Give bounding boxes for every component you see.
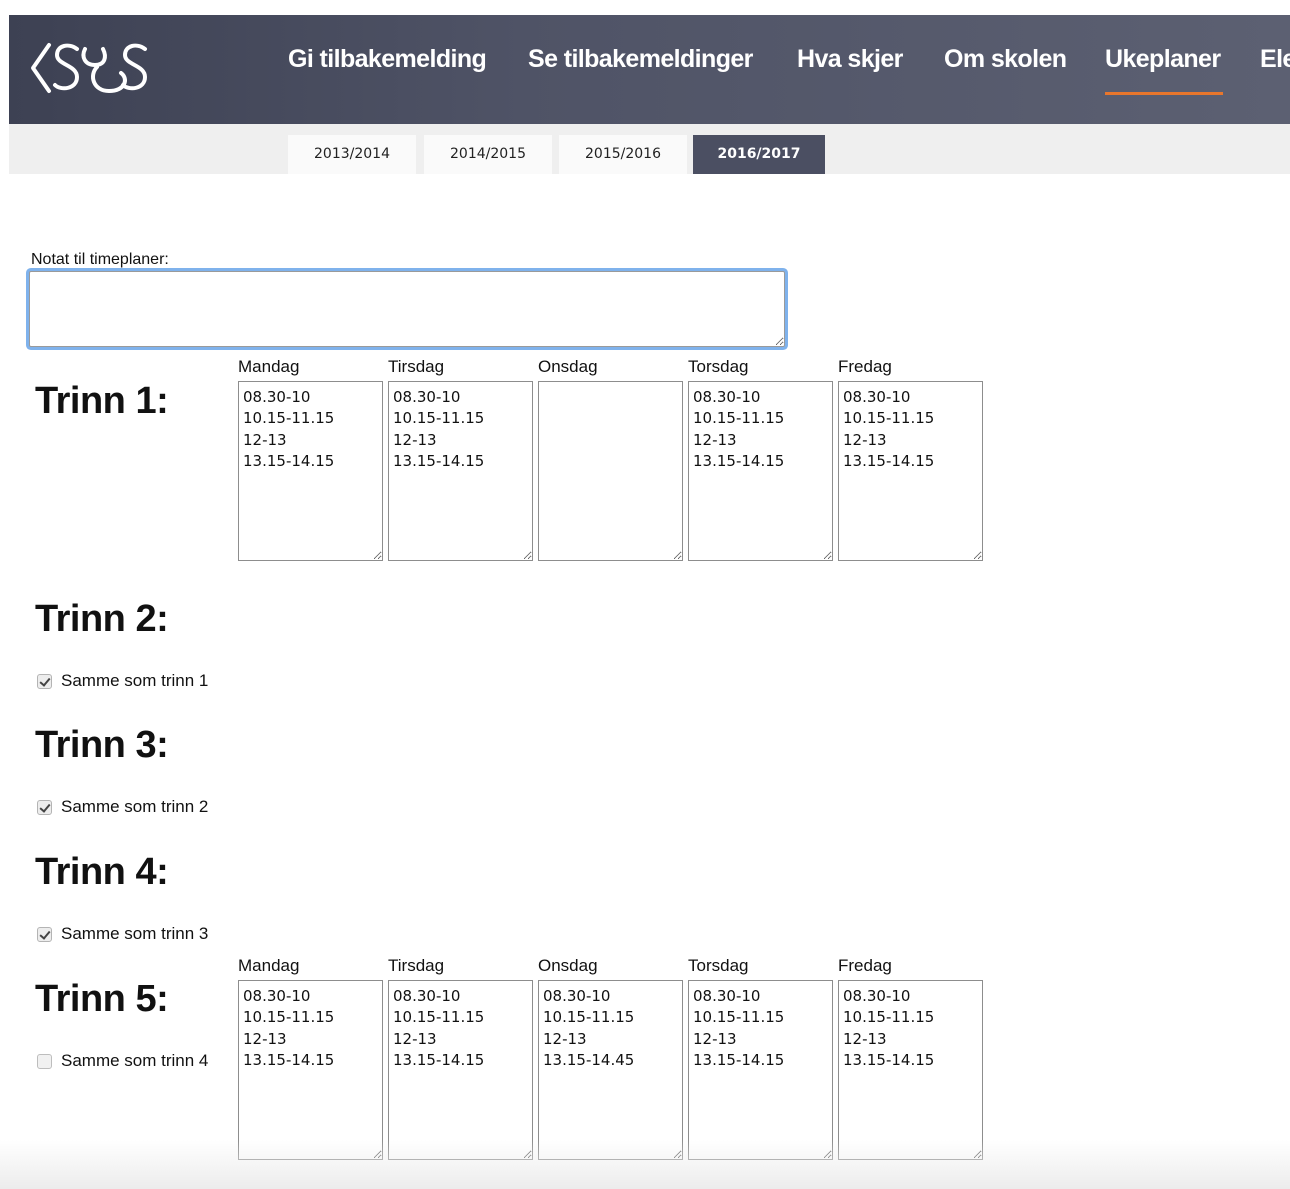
trinn-2-heading: Trinn 2: [35, 598, 169, 640]
trinn5-fredag-textarea[interactable]: 08.30-10 10.15-11.15 12-13 13.15-14.15 [838, 980, 983, 1160]
trinn5-day-label-mandag: Mandag [238, 956, 300, 975]
trinn4-same-checkbox[interactable] [37, 926, 52, 942]
trinn1-tirsdag-textarea[interactable]: 08.30-10 10.15-11.15 12-13 13.15-14.15 [388, 381, 533, 561]
tab-2014-2015[interactable]: 2014/2015 [424, 135, 552, 174]
trinn1-day-label-tirsdag: Tirsdag [388, 357, 445, 376]
page-bottom-fade [0, 1140, 1290, 1189]
top-navigation-bar: Gi tilbakemelding Se tilbakemeldinger Hv… [9, 15, 1290, 124]
trinn1-mandag-textarea[interactable]: 08.30-10 10.15-11.15 12-13 13.15-14.15 [238, 381, 383, 561]
trinn2-same-row[interactable]: Samme som trinn 1 [37, 671, 208, 691]
trinn5-torsdag-textarea[interactable]: 08.30-10 10.15-11.15 12-13 13.15-14.15 [688, 980, 833, 1160]
trinn5-onsdag-textarea[interactable]: 08.30-10 10.15-11.15 12-13 13.15-14.45 [538, 980, 683, 1160]
nav-hva-skjer[interactable]: Hva skjer [797, 45, 903, 74]
trinn5-mandag-textarea[interactable]: 08.30-10 10.15-11.15 12-13 13.15-14.15 [238, 980, 383, 1160]
trinn4-same-label[interactable]: Samme som trinn 3 [61, 924, 208, 944]
trinn5-tirsdag-textarea[interactable]: 08.30-10 10.15-11.15 12-13 13.15-14.15 [388, 980, 533, 1160]
trinn5-day-label-torsdag: Torsdag [688, 956, 749, 975]
trinn1-torsdag-textarea[interactable]: 08.30-10 10.15-11.15 12-13 13.15-14.15 [688, 381, 833, 561]
trinn5-same-checkbox[interactable] [37, 1053, 52, 1069]
trinn5-day-label-tirsdag: Tirsdag [388, 956, 445, 975]
note-label: Notat til timeplaner: [31, 251, 169, 268]
note-textarea[interactable] [29, 271, 785, 347]
nav-om-skolen[interactable]: Om skolen [944, 45, 1067, 74]
main-nav: Gi tilbakemelding Se tilbakemeldinger Hv… [9, 15, 1290, 124]
trinn3-same-checkbox[interactable] [37, 799, 52, 815]
trinn1-fredag-textarea[interactable]: 08.30-10 10.15-11.15 12-13 13.15-14.15 [838, 381, 983, 561]
trinn3-same-row[interactable]: Samme som trinn 2 [37, 797, 208, 817]
trinn3-same-label[interactable]: Samme som trinn 2 [61, 797, 208, 817]
trinn1-day-label-onsdag: Onsdag [538, 357, 598, 376]
year-tab-strip: 2013/2014 2014/2015 2015/2016 2016/2017 [9, 124, 1290, 174]
trinn1-day-label-mandag: Mandag [238, 357, 300, 376]
tab-2013-2014[interactable]: 2013/2014 [288, 135, 416, 174]
trinn5-same-label[interactable]: Samme som trinn 4 [61, 1051, 208, 1071]
trinn-4-heading: Trinn 4: [35, 851, 169, 893]
active-nav-indicator [1105, 92, 1223, 95]
trinn2-same-label[interactable]: Samme som trinn 1 [61, 671, 208, 691]
trinn1-day-label-fredag: Fredag [838, 357, 892, 376]
trinn4-same-row[interactable]: Samme som trinn 3 [37, 924, 208, 944]
nav-se-tilbakemeldinger[interactable]: Se tilbakemeldinger [528, 45, 753, 74]
trinn1-onsdag-textarea[interactable] [538, 381, 683, 561]
trinn5-day-label-onsdag: Onsdag [538, 956, 598, 975]
nav-ele-truncated[interactable]: Ele [1260, 45, 1290, 74]
nav-ukeplaner[interactable]: Ukeplaner [1105, 45, 1221, 74]
trinn2-same-checkbox[interactable] [37, 673, 52, 689]
trinn-5-heading: Trinn 5: [35, 978, 169, 1020]
nav-gi-tilbakemelding[interactable]: Gi tilbakemelding [288, 45, 487, 74]
trinn-1-heading: Trinn 1: [35, 380, 169, 422]
tab-2015-2016[interactable]: 2015/2016 [559, 135, 687, 174]
tab-2016-2017[interactable]: 2016/2017 [693, 135, 825, 174]
trinn-3-heading: Trinn 3: [35, 724, 169, 766]
trinn5-same-row[interactable]: Samme som trinn 4 [37, 1051, 208, 1071]
trinn5-day-label-fredag: Fredag [838, 956, 892, 975]
trinn1-day-label-torsdag: Torsdag [688, 357, 749, 376]
